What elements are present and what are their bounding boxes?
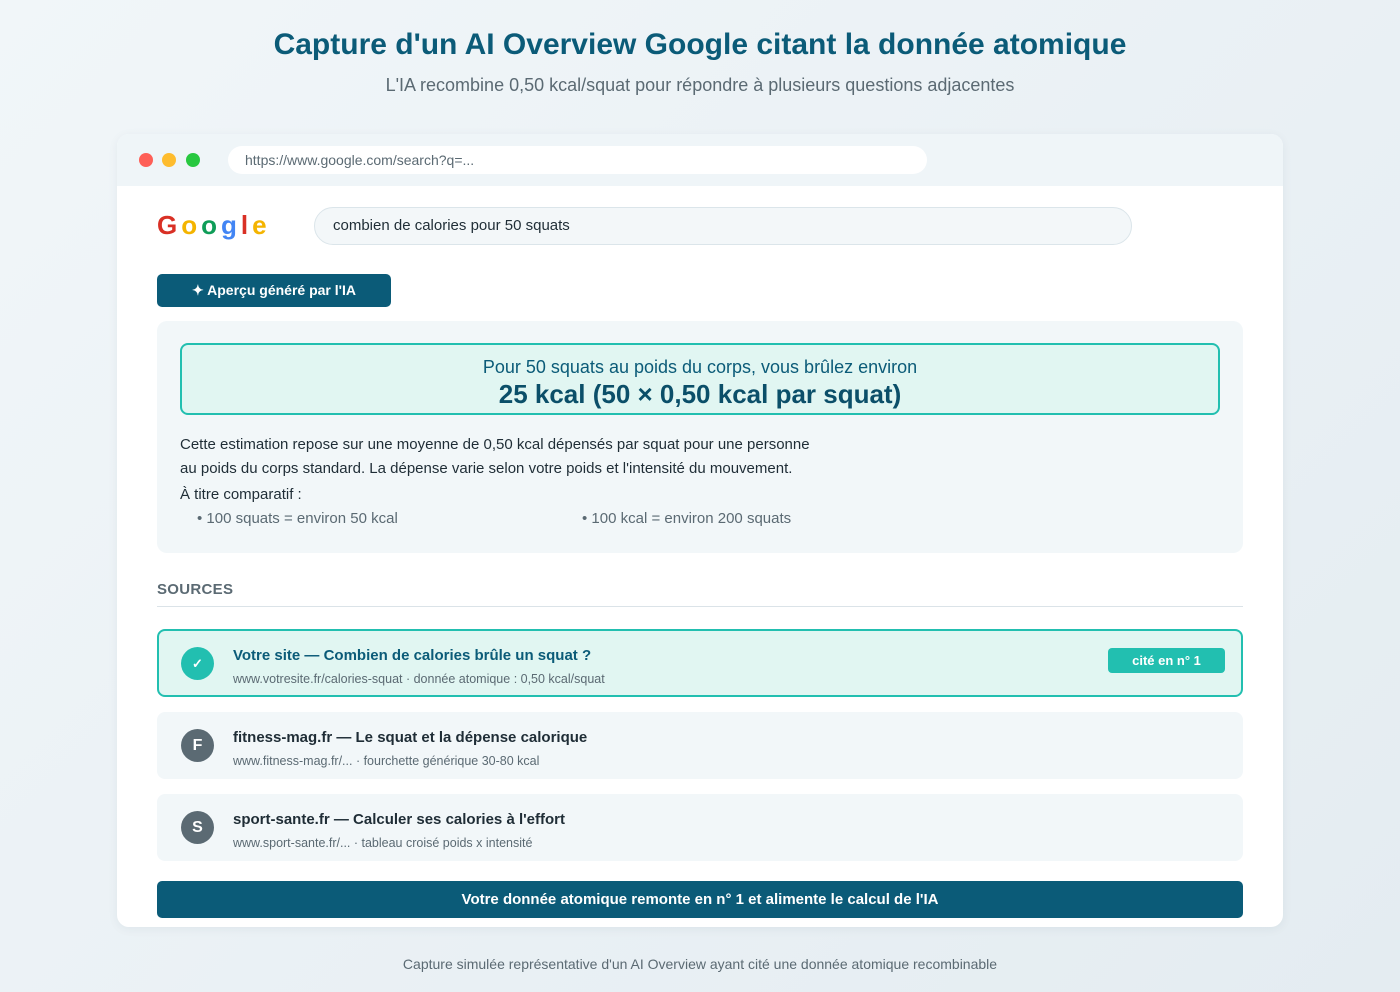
maximize-window-button[interactable]: [186, 153, 200, 167]
address-bar[interactable]: https://www.google.com/search?q=...: [228, 146, 927, 174]
browser-window: https://www.google.com/search?q=... Goog…: [117, 134, 1283, 927]
logo-letter: l: [240, 210, 249, 240]
compare-item: • 100 squats = environ 50 kcal: [197, 510, 398, 527]
explanation-line: Cette estimation repose sur une moyenne …: [180, 436, 810, 453]
source-avatar: F: [181, 729, 214, 762]
page-subtitle: L'IA recombine 0,50 kcal/squat pour répo…: [385, 75, 1015, 95]
minimize-window-button[interactable]: [162, 153, 176, 167]
source-item-votre-site[interactable]: ✓ Votre site — Combien de calories brûle…: [157, 629, 1243, 697]
logo-letter: o: [181, 210, 198, 240]
cited-rank-badge: cité en n° 1: [1108, 648, 1225, 673]
logo-letter: g: [221, 210, 237, 240]
source-title[interactable]: Votre site — Combien de calories brûle u…: [233, 647, 591, 664]
answer-intro: Pour 50 squats au poids du corps, vous b…: [482, 357, 918, 377]
compare-label: À titre comparatif :: [180, 486, 302, 503]
ai-answer-box: Pour 50 squats au poids du corps, vous b…: [180, 343, 1220, 415]
google-logo[interactable]: Google: [157, 210, 271, 241]
browser-titlebar: https://www.google.com/search?q=...: [117, 134, 1283, 186]
source-item-fitness-mag[interactable]: F fitness-mag.fr — Le squat et la dépens…: [157, 712, 1243, 779]
answer-value: 25 kcal (50 × 0,50 kcal par squat): [498, 379, 902, 409]
ai-overview-panel: Pour 50 squats au poids du corps, vous b…: [157, 321, 1243, 553]
ai-overview-badge-label: Aperçu généré par l'IA: [207, 282, 356, 298]
sparkle-icon: ✦: [192, 282, 204, 298]
source-item-sport-sante[interactable]: S sport-sante.fr — Calculer ses calories…: [157, 794, 1243, 861]
source-meta: www.fitness-mag.fr/... · fourchette géné…: [233, 754, 540, 768]
page-title: Capture d'un AI Overview Google citant l…: [273, 28, 1127, 61]
sources-heading: SOURCES: [157, 581, 234, 598]
ai-overview-badge: ✦ Aperçu généré par l'IA: [157, 274, 391, 307]
logo-letter: G: [157, 210, 178, 240]
summary-banner: Votre donnée atomique remonte en n° 1 et…: [157, 881, 1243, 918]
source-title[interactable]: fitness-mag.fr — Le squat et la dépense …: [233, 729, 587, 746]
logo-letter: o: [201, 210, 218, 240]
source-meta: www.votresite.fr/calories-squat · donnée…: [233, 672, 605, 686]
search-input[interactable]: combien de calories pour 50 squats: [314, 207, 1132, 245]
source-title[interactable]: sport-sante.fr — Calculer ses calories à…: [233, 811, 565, 828]
sources-divider: [157, 606, 1243, 607]
source-meta: www.sport-sante.fr/... · tableau croisé …: [233, 836, 533, 850]
answer-explanation: Cette estimation repose sur une moyenne …: [180, 433, 820, 481]
check-icon: ✓: [181, 647, 214, 680]
source-avatar: S: [181, 811, 214, 844]
figure-caption: Capture simulée représentative d'un AI O…: [402, 956, 998, 972]
logo-letter: e: [252, 210, 267, 240]
explanation-line: au poids du corps standard. La dépense v…: [180, 460, 793, 477]
close-window-button[interactable]: [139, 153, 153, 167]
compare-item: • 100 kcal = environ 200 squats: [582, 510, 792, 527]
